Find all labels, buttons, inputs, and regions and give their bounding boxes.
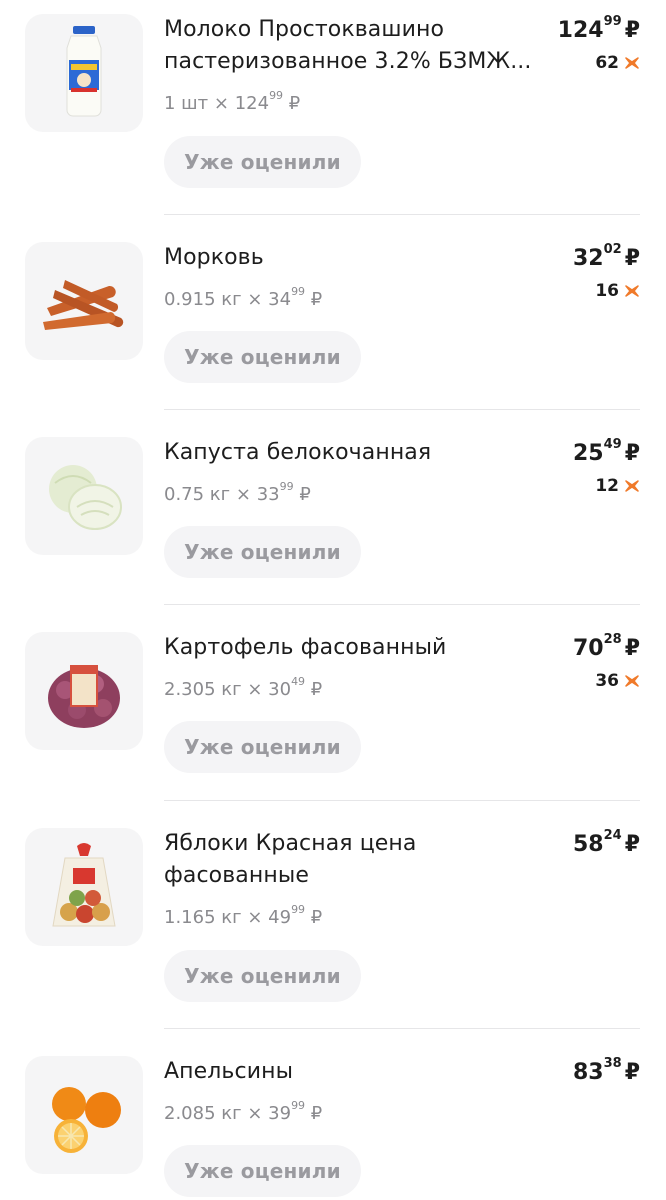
bonus-points: 16: [595, 280, 640, 302]
item-price: 5824 ₽: [572, 828, 640, 857]
item-name[interactable]: Апельсины: [164, 1056, 559, 1088]
oranges-image: [25, 1056, 143, 1174]
item-quantity: 1.165 кг × 4999 ₽: [164, 903, 323, 928]
rated-button[interactable]: Уже оценили: [164, 526, 361, 578]
divider: [164, 214, 640, 215]
bonus-points: 12: [595, 475, 640, 497]
item-name[interactable]: Яблоки Красная цена фасованные: [164, 828, 559, 892]
cabbage-image: [25, 437, 143, 555]
carrots-image: [25, 242, 143, 360]
item-price: 7028 ₽: [572, 632, 640, 661]
divider: [164, 409, 640, 410]
item-quantity: 0.915 кг × 3499 ₽: [164, 285, 323, 310]
bonus-star-icon: [625, 285, 639, 297]
item-name[interactable]: Морковь: [164, 242, 559, 274]
apple-bag-image: [25, 828, 143, 946]
bonus-points: 62: [595, 52, 640, 74]
rated-button[interactable]: Уже оценили: [164, 331, 361, 383]
bonus-points: 36: [595, 670, 640, 692]
item-price: 8338 ₽: [572, 1056, 640, 1085]
item-name[interactable]: Молоко Простоквашино пастеризованное 3.2…: [164, 14, 559, 78]
rated-button[interactable]: Уже оценили: [164, 950, 361, 1002]
divider: [164, 604, 640, 605]
milk-bottle-image: [25, 14, 143, 132]
bonus-star-icon: [625, 480, 639, 492]
divider: [164, 800, 640, 801]
rated-button[interactable]: Уже оценили: [164, 136, 361, 188]
bonus-star-icon: [625, 675, 639, 687]
rated-button[interactable]: Уже оценили: [164, 721, 361, 773]
item-price: 2549 ₽: [572, 437, 640, 466]
item-quantity: 1 шт × 12499 ₽: [164, 89, 301, 114]
item-name[interactable]: Картофель фасованный: [164, 632, 559, 664]
item-quantity: 0.75 кг × 3399 ₽: [164, 480, 311, 505]
item-quantity: 2.085 кг × 3999 ₽: [164, 1099, 323, 1124]
item-price: 3202 ₽: [572, 242, 640, 271]
item-name[interactable]: Капуста белокочанная: [164, 437, 559, 469]
item-quantity: 2.305 кг × 3049 ₽: [164, 675, 323, 700]
rated-button[interactable]: Уже оценили: [164, 1145, 361, 1197]
item-price: 12499 ₽: [557, 14, 640, 43]
bonus-star-icon: [625, 57, 639, 69]
divider: [164, 1028, 640, 1029]
potato-bag-image: [25, 632, 143, 750]
